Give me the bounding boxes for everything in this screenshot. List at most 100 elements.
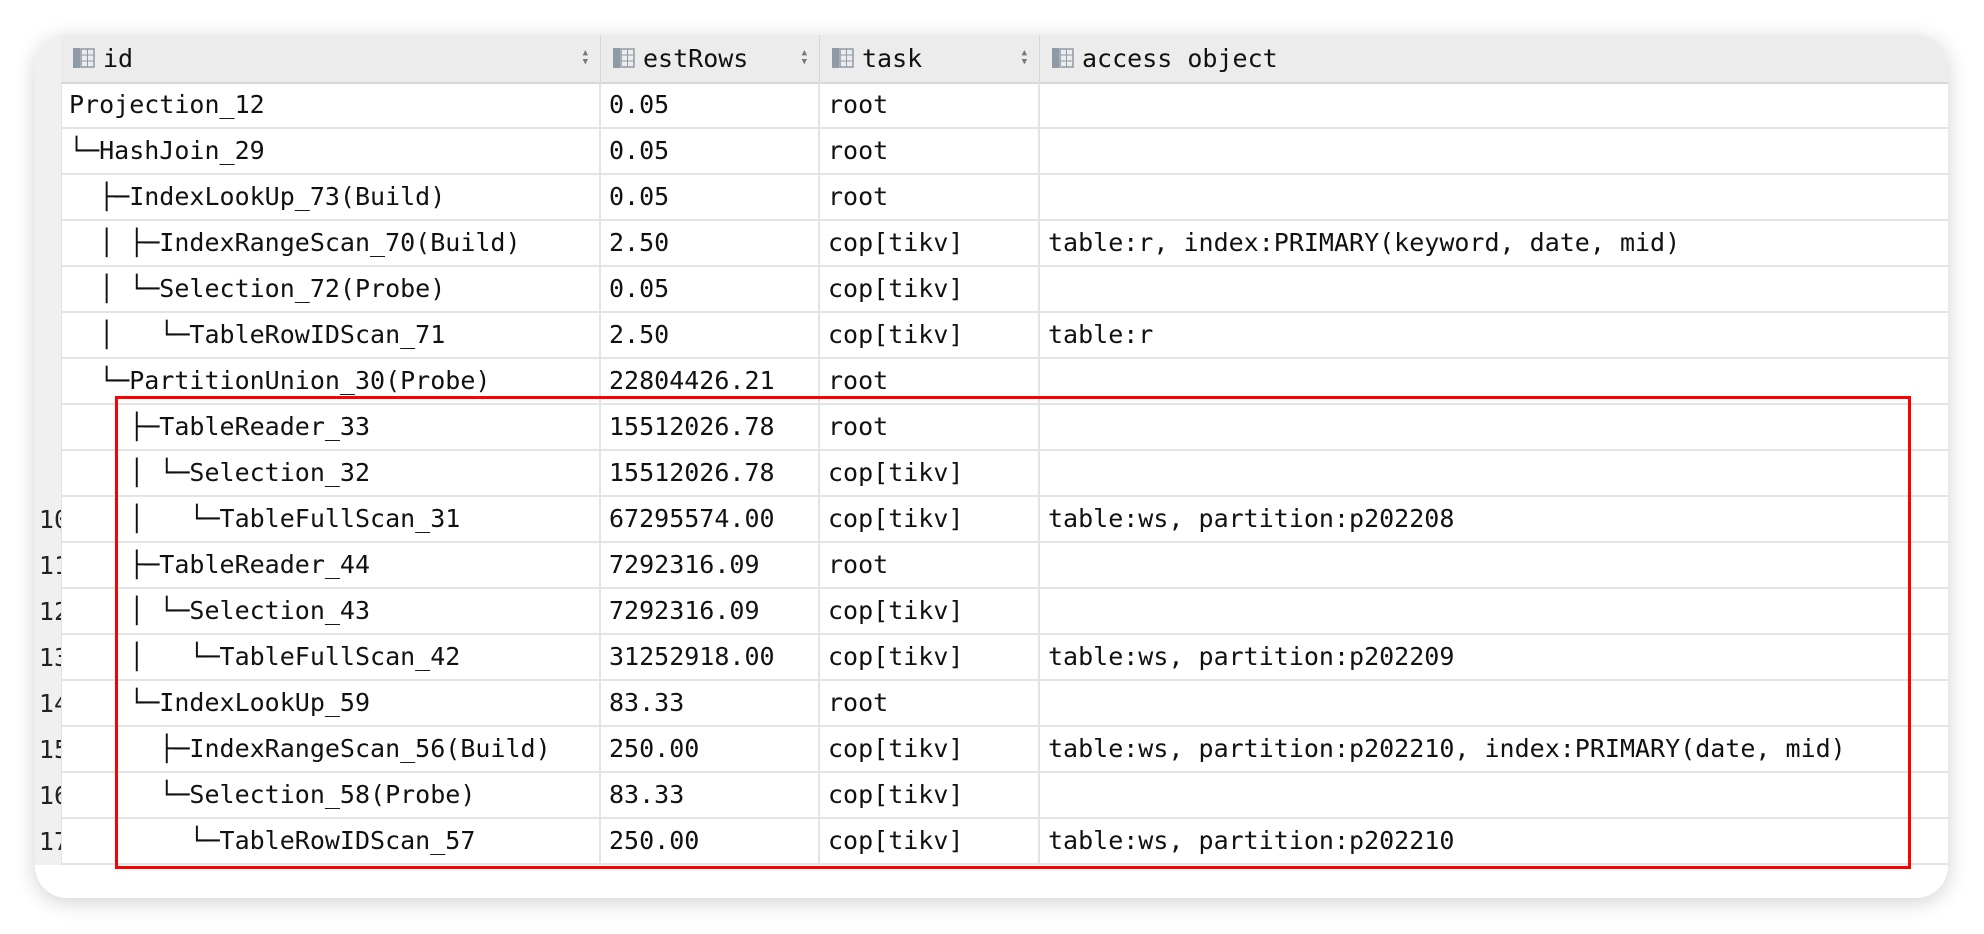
query-result-window: 10 11 12 13 14 15 16 17 id ▲▼ estRows ▲▼ task ▲…	[35, 35, 1948, 898]
cell-access-object[interactable]	[1040, 83, 1948, 127]
cell-access-object[interactable]: table:ws, partition:p202208	[1040, 497, 1948, 541]
column-header-estrows[interactable]: estRows ▲ ▼	[601, 35, 820, 82]
cell-access-object[interactable]: table:r, index:PRIMARY(keyword, date, mi…	[1040, 221, 1948, 265]
cell-access-object[interactable]	[1040, 451, 1948, 495]
table-column-icon	[73, 48, 95, 68]
cell-task[interactable]: root	[820, 543, 1040, 587]
table-row[interactable]: │ └─Selection_72(Probe) 0.05 cop[tikv]	[61, 267, 1948, 313]
cell-id[interactable]: │ └─TableRowIDScan_71	[61, 313, 601, 357]
table-row[interactable]: Projection_12 0.05 root	[61, 83, 1948, 129]
sort-icon[interactable]: ▲ ▼	[1022, 35, 1027, 82]
row-number: 10	[38, 505, 61, 534]
cell-task[interactable]: cop[tikv]	[820, 313, 1040, 357]
cell-estrows[interactable]: 83.33	[601, 773, 820, 817]
cell-access-object[interactable]	[1040, 405, 1948, 449]
cell-id[interactable]: │ └─TableFullScan_31	[61, 497, 601, 541]
cell-id[interactable]: └─Selection_58(Probe)	[61, 773, 601, 817]
table-column-icon	[1052, 48, 1074, 68]
cell-task[interactable]: root	[820, 175, 1040, 219]
cell-task[interactable]: root	[820, 405, 1040, 449]
cell-id[interactable]: └─HashJoin_29	[61, 129, 601, 173]
column-label: access object	[1082, 44, 1278, 73]
cell-task[interactable]: root	[820, 681, 1040, 725]
sort-icon[interactable]: ▲ ▼	[802, 35, 807, 82]
cell-estrows[interactable]: 7292316.09	[601, 543, 820, 587]
cell-access-object[interactable]: table:ws, partition:p202210	[1040, 819, 1948, 863]
cell-access-object[interactable]	[1040, 267, 1948, 311]
cell-access-object[interactable]	[1040, 773, 1948, 817]
table-row[interactable]: │ └─TableFullScan_31 67295574.00 cop[tikv]…	[61, 497, 1948, 543]
cell-id[interactable]: └─PartitionUnion_30(Probe)	[61, 359, 601, 403]
cell-task[interactable]: root	[820, 129, 1040, 173]
row-number: 11	[38, 551, 61, 580]
cell-task[interactable]: cop[tikv]	[820, 221, 1040, 265]
table-row[interactable]: └─HashJoin_29 0.05 root	[61, 129, 1948, 175]
cell-id[interactable]: │ └─TableFullScan_42	[61, 635, 601, 679]
cell-estrows[interactable]: 2.50	[601, 313, 820, 357]
cell-estrows[interactable]: 0.05	[601, 129, 820, 173]
cell-access-object[interactable]	[1040, 129, 1948, 173]
cell-estrows[interactable]: 22804426.21	[601, 359, 820, 403]
cell-task[interactable]: cop[tikv]	[820, 727, 1040, 771]
cell-access-object[interactable]: table:r	[1040, 313, 1948, 357]
cell-estrows[interactable]: 15512026.78	[601, 405, 820, 449]
cell-task[interactable]: cop[tikv]	[820, 635, 1040, 679]
cell-access-object[interactable]	[1040, 589, 1948, 633]
cell-task[interactable]: cop[tikv]	[820, 589, 1040, 633]
row-number-gutter: 10 11 12 13 14 15 16 17	[35, 35, 62, 865]
cell-estrows[interactable]: 31252918.00	[601, 635, 820, 679]
cell-task[interactable]: cop[tikv]	[820, 773, 1040, 817]
cell-estrows[interactable]: 250.00	[601, 727, 820, 771]
cell-id[interactable]: ├─TableReader_44	[61, 543, 601, 587]
cell-id[interactable]: │ ├─IndexRangeScan_70(Build)	[61, 221, 601, 265]
table-row[interactable]: └─TableRowIDScan_57 250.00 cop[tikv] table:…	[61, 819, 1948, 865]
cell-access-object[interactable]	[1040, 175, 1948, 219]
sort-icon[interactable]: ▲ ▼	[583, 35, 588, 82]
cell-estrows[interactable]: 2.50	[601, 221, 820, 265]
cell-access-object[interactable]: table:ws, partition:p202209	[1040, 635, 1948, 679]
cell-id[interactable]: │ └─Selection_32	[61, 451, 601, 495]
cell-task[interactable]: cop[tikv]	[820, 819, 1040, 863]
table-row[interactable]: │ ├─IndexRangeScan_70(Build) 2.50 cop[tikv…	[61, 221, 1948, 267]
cell-task[interactable]: root	[820, 83, 1040, 127]
table-row[interactable]: ├─IndexRangeScan_56(Build) 250.00 cop[tikv…	[61, 727, 1948, 773]
cell-access-object[interactable]: table:ws, partition:p202210, index:PRIMA…	[1040, 727, 1948, 771]
cell-task[interactable]: root	[820, 359, 1040, 403]
column-header-task[interactable]: task ▲ ▼	[820, 35, 1040, 82]
cell-id[interactable]: ├─IndexLookUp_73(Build)	[61, 175, 601, 219]
table-row[interactable]: └─IndexLookUp_59 83.33 root	[61, 681, 1948, 727]
table-row[interactable]: │ └─Selection_43 7292316.09 cop[tikv]	[61, 589, 1948, 635]
cell-id[interactable]: │ └─Selection_72(Probe)	[61, 267, 601, 311]
cell-estrows[interactable]: 0.05	[601, 83, 820, 127]
table-row[interactable]: │ └─Selection_32 15512026.78 cop[tikv]	[61, 451, 1948, 497]
table-row[interactable]: ├─TableReader_44 7292316.09 root	[61, 543, 1948, 589]
table-row[interactable]: │ └─TableRowIDScan_71 2.50 cop[tikv] table:…	[61, 313, 1948, 359]
cell-id[interactable]: ├─IndexRangeScan_56(Build)	[61, 727, 601, 771]
cell-id[interactable]: │ └─Selection_43	[61, 589, 601, 633]
cell-estrows[interactable]: 250.00	[601, 819, 820, 863]
cell-id[interactable]: Projection_12	[61, 83, 601, 127]
cell-access-object[interactable]	[1040, 359, 1948, 403]
table-row[interactable]: ├─TableReader_33 15512026.78 root	[61, 405, 1948, 451]
cell-estrows[interactable]: 7292316.09	[601, 589, 820, 633]
table-row[interactable]: ├─IndexLookUp_73(Build) 0.05 root	[61, 175, 1948, 221]
table-row[interactable]: └─PartitionUnion_30(Probe) 22804426.21 roo…	[61, 359, 1948, 405]
cell-id[interactable]: └─TableRowIDScan_57	[61, 819, 601, 863]
table-column-icon	[832, 48, 854, 68]
cell-estrows[interactable]: 0.05	[601, 267, 820, 311]
cell-task[interactable]: cop[tikv]	[820, 451, 1040, 495]
cell-estrows[interactable]: 67295574.00	[601, 497, 820, 541]
cell-estrows[interactable]: 0.05	[601, 175, 820, 219]
cell-estrows[interactable]: 15512026.78	[601, 451, 820, 495]
column-header-id[interactable]: id ▲ ▼	[61, 35, 601, 82]
cell-estrows[interactable]: 83.33	[601, 681, 820, 725]
cell-task[interactable]: cop[tikv]	[820, 267, 1040, 311]
table-row[interactable]: └─Selection_58(Probe) 83.33 cop[tikv]	[61, 773, 1948, 819]
cell-id[interactable]: └─IndexLookUp_59	[61, 681, 601, 725]
cell-access-object[interactable]	[1040, 681, 1948, 725]
table-row[interactable]: │ └─TableFullScan_42 31252918.00 cop[tikv]…	[61, 635, 1948, 681]
column-header-access-object[interactable]: access object	[1040, 35, 1948, 82]
cell-task[interactable]: cop[tikv]	[820, 497, 1040, 541]
cell-id[interactable]: ├─TableReader_33	[61, 405, 601, 449]
cell-access-object[interactable]	[1040, 543, 1948, 587]
